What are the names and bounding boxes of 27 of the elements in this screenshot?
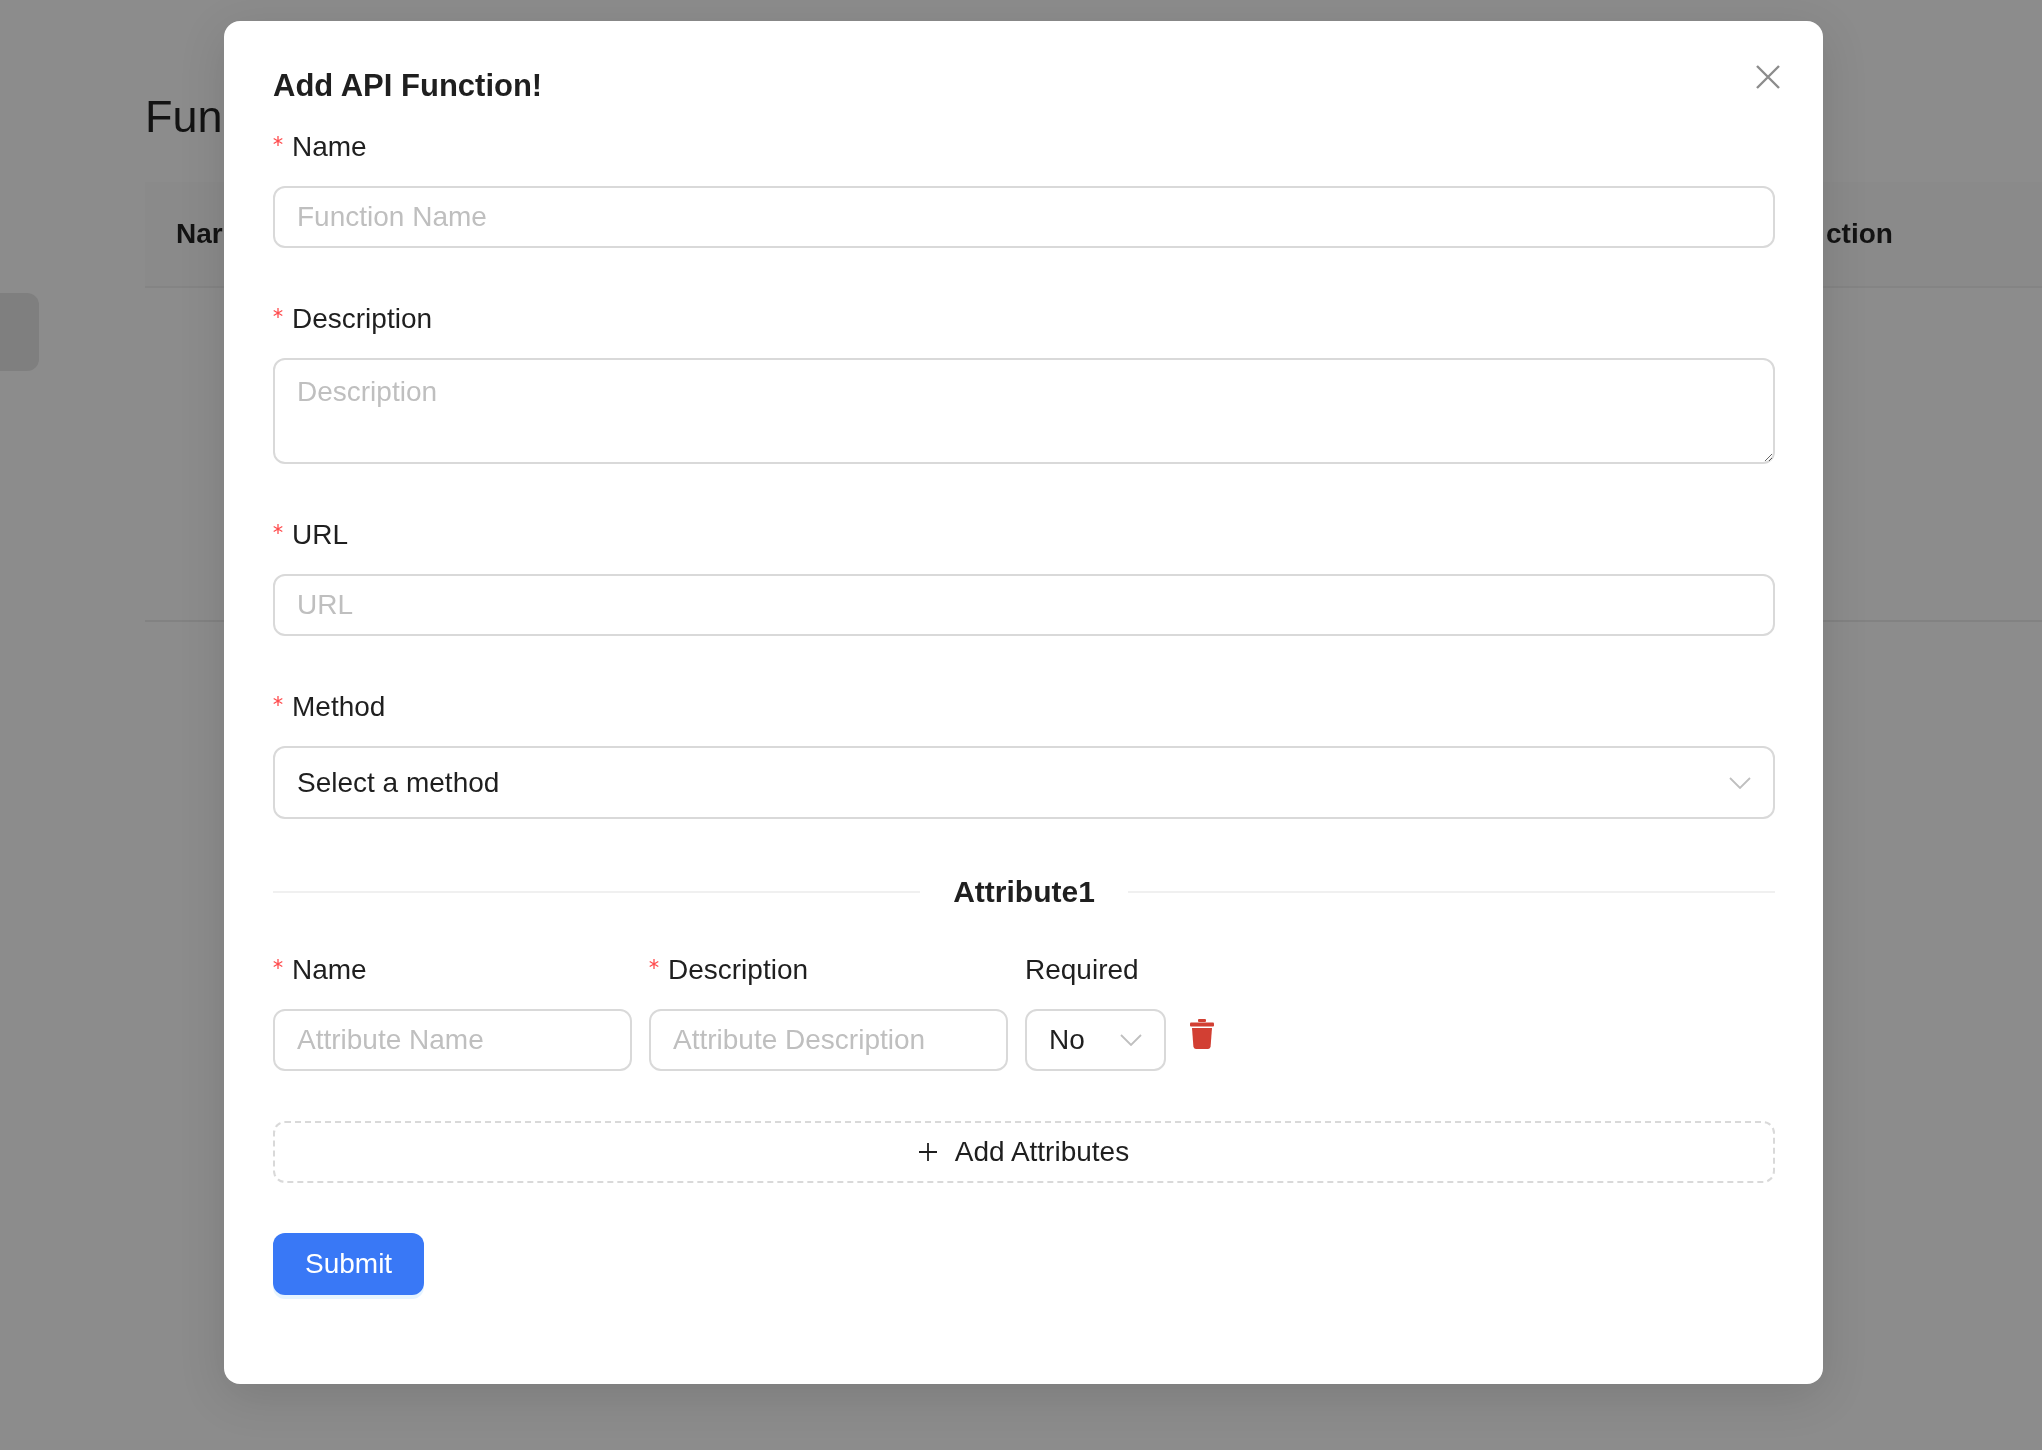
- input-field[interactable]: Attribute Description: [649, 1009, 1008, 1071]
- chevron-down-icon: [1120, 1034, 1142, 1046]
- section-heading: Attribute1: [952, 874, 1096, 910]
- input-field[interactable]: URL: [273, 574, 1775, 636]
- input-field[interactable]: Attribute Name: [273, 1009, 632, 1071]
- page-title: Fun: [145, 90, 223, 144]
- field-label: Name: [292, 130, 367, 164]
- field-label: Required: [1025, 953, 1139, 987]
- close-icon: [1756, 65, 1780, 89]
- textarea-field[interactable]: Description: [273, 358, 1775, 464]
- field-label: Method: [292, 690, 386, 724]
- submit-button[interactable]: Submit: [273, 1233, 425, 1295]
- field-label: Name: [292, 953, 367, 987]
- field-label: Description: [292, 302, 433, 336]
- close-button[interactable]: [1756, 65, 1780, 89]
- trash-icon[interactable]: [1190, 1019, 1214, 1049]
- select-field[interactable]: Select a method: [273, 746, 1775, 819]
- column-header: Nar: [176, 218, 223, 250]
- plus-icon: [918, 1143, 937, 1161]
- field-label: URL: [292, 518, 348, 552]
- input-field[interactable]: Function Name: [273, 186, 1775, 248]
- chevron-down-icon: [1729, 776, 1751, 789]
- add-attributes-button[interactable]: Add Attributes: [273, 1121, 1775, 1183]
- select-field[interactable]: No: [1025, 1009, 1166, 1071]
- field-label: Description: [668, 953, 809, 987]
- modal-title: Add API Function!: [273, 67, 543, 105]
- column-header: ction: [1826, 218, 1893, 250]
